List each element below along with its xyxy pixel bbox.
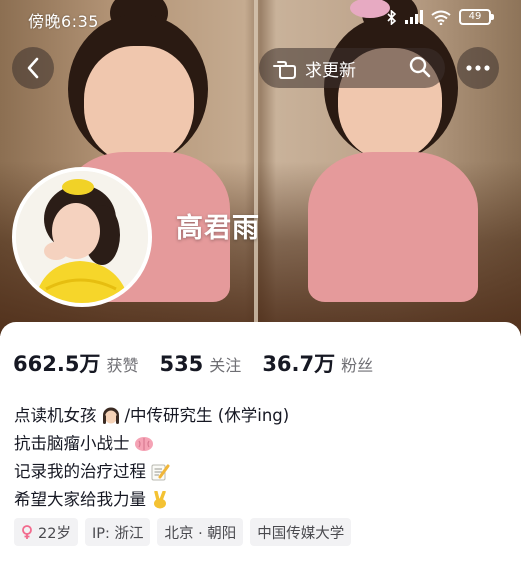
tag-school-label: 中国传媒大学	[257, 525, 345, 542]
bio-line-2: 抗击脑瘤小战士	[14, 430, 289, 458]
chevron-left-icon	[27, 57, 39, 79]
wifi-icon	[431, 10, 451, 25]
hand-point-icon	[273, 61, 296, 79]
stat-followers-value: 36.7万	[262, 352, 336, 376]
bluetooth-icon	[387, 9, 397, 25]
status-bar: 傍晚6:35 49	[0, 0, 521, 34]
tag-location[interactable]: 北京 · 朝阳	[157, 518, 244, 546]
girl-emoji-icon	[102, 407, 119, 424]
more-button[interactable]	[457, 47, 499, 89]
bio-line-4-text: 希望大家给我力量	[14, 490, 146, 509]
profile-name: 高君雨	[176, 213, 260, 244]
back-button[interactable]	[12, 47, 54, 89]
search-icon	[409, 56, 431, 78]
stat-following-label: 关注	[209, 356, 242, 375]
stat-followers[interactable]: 36.7万 粉丝	[262, 348, 373, 378]
bio-line-4: 希望大家给我力量	[14, 486, 289, 514]
profile-stats: 662.5万 获赞 535 关注 36.7万 粉丝	[13, 348, 394, 378]
request-update-label: 求更新	[305, 60, 356, 81]
female-icon	[22, 524, 32, 539]
request-update-button[interactable]: 求更新	[259, 48, 445, 88]
status-time: 傍晚6:35	[28, 12, 99, 31]
status-icons: 49	[387, 9, 494, 25]
avatar-image	[16, 171, 148, 303]
bio-line-2-text: 抗击脑瘤小战士	[14, 434, 130, 453]
cover-divider	[254, 0, 258, 336]
victory-hand-emoji-icon	[154, 491, 166, 509]
stat-following[interactable]: 535 关注	[159, 352, 241, 376]
profile-info-card: 662.5万 获赞 535 关注 36.7万 粉丝 点读机女孩 /中传研究生 (…	[0, 322, 521, 563]
profile-bio: 点读机女孩 /中传研究生 (休学ing) 抗击脑瘤小战士 记录我的治疗过程 希望…	[14, 402, 289, 514]
stat-likes-value: 662.5万	[13, 352, 101, 376]
memo-emoji-icon	[151, 464, 170, 481]
bio-line-1: 点读机女孩 /中传研究生 (休学ing)	[14, 402, 289, 430]
tag-ip[interactable]: IP: 浙江	[84, 518, 151, 546]
bio-line-3-text: 记录我的治疗过程	[14, 462, 146, 481]
tag-school[interactable]: 中国传媒大学	[250, 518, 352, 546]
tag-location-label: 北京 · 朝阳	[164, 525, 237, 542]
battery-icon: 49	[459, 9, 494, 25]
tag-age-label: 22岁	[38, 525, 71, 542]
bio-line-3: 记录我的治疗过程	[14, 458, 289, 486]
tag-ip-label: IP: 浙江	[91, 525, 144, 542]
stat-following-value: 535	[159, 352, 204, 376]
brain-emoji-icon	[134, 437, 153, 451]
more-dots-icon	[466, 65, 490, 71]
signal-icon	[405, 10, 423, 24]
profile-tags: 22岁 IP: 浙江 北京 · 朝阳 中国传媒大学	[14, 518, 352, 546]
stat-followers-label: 粉丝	[341, 356, 374, 375]
avatar[interactable]	[12, 167, 152, 307]
bio-line-1-text-b: /中传研究生 (休学ing)	[124, 406, 290, 425]
tag-gender-age[interactable]: 22岁	[14, 518, 78, 546]
bio-line-1-text-a: 点读机女孩	[14, 406, 97, 425]
search-button[interactable]	[409, 56, 431, 82]
stat-likes[interactable]: 662.5万 获赞	[13, 348, 138, 378]
stat-likes-label: 获赞	[106, 356, 139, 375]
